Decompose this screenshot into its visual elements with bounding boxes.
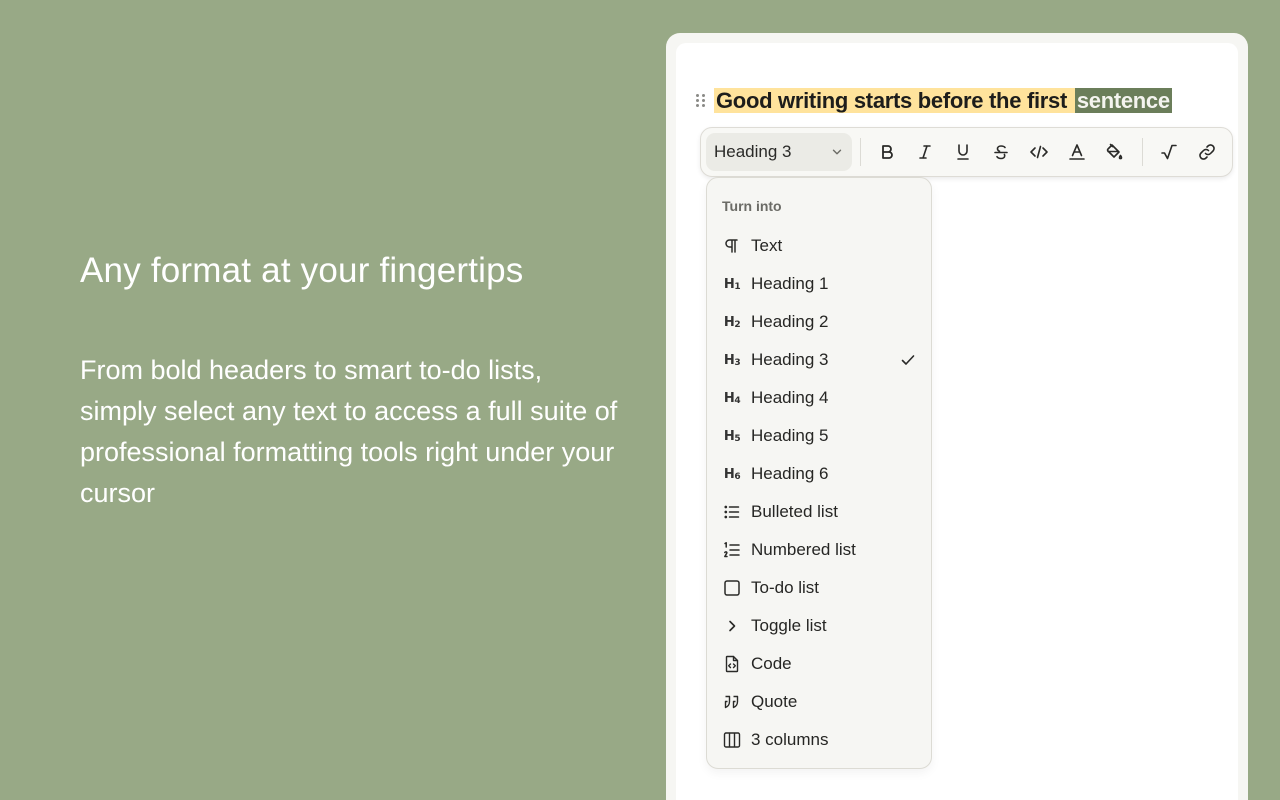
- menu-item-to-do-list[interactable]: To-do list: [707, 569, 931, 607]
- marketing-panel: Any format at your fingertips From bold …: [80, 250, 620, 514]
- menu-item-label: Heading 3: [751, 350, 829, 369]
- menu-item-label: Code: [751, 654, 792, 673]
- heading-selected-text[interactable]: sentence: [1074, 88, 1172, 113]
- menu-item-label: Text: [751, 236, 783, 255]
- drag-handle-icon[interactable]: [694, 93, 708, 109]
- menu-title: Turn into: [722, 198, 782, 214]
- code-icon: [1029, 145, 1048, 159]
- text-color-button[interactable]: [1059, 134, 1095, 170]
- menu-item-label: 3 columns: [751, 730, 829, 749]
- paragraph-icon: [722, 236, 742, 256]
- menu-item-heading-6[interactable]: H6 Heading 6: [707, 455, 931, 493]
- headline: Any format at your fingertips: [80, 251, 524, 290]
- text-color-icon: [1068, 144, 1085, 160]
- menu-item-code[interactable]: Code: [707, 645, 931, 683]
- heading-block: Good writing starts before the first sen…: [694, 87, 1172, 115]
- highlight-icon: [1107, 143, 1123, 160]
- editor-page: Good writing starts before the first sen…: [676, 43, 1238, 800]
- columns-icon: [722, 730, 742, 750]
- editor-window: Good writing starts before the first sen…: [666, 33, 1248, 800]
- menu-item-text[interactable]: Text: [707, 227, 931, 265]
- turn-into-menu: Turn into Text H1 Heading 1 H2 Heading 2…: [706, 177, 932, 769]
- h6-icon: H6: [723, 466, 741, 482]
- underline-icon: [957, 144, 969, 160]
- menu-item-heading-3[interactable]: H3 Heading 3: [707, 341, 931, 379]
- strikethrough-button[interactable]: [983, 134, 1019, 170]
- menu-item-label: Heading 1: [751, 274, 829, 293]
- code-button[interactable]: [1021, 134, 1057, 170]
- toolbar-divider: [860, 138, 862, 166]
- h3-icon: H3: [723, 352, 741, 368]
- description: From bold headers to smart to-do lists, …: [80, 355, 618, 508]
- menu-item-3-columns[interactable]: 3 columns: [707, 721, 931, 759]
- menu-item-label: Heading 6: [751, 464, 829, 483]
- menu-list: Text H1 Heading 1 H2 Heading 2 H3 Headin…: [707, 227, 931, 759]
- h2-icon: H2: [723, 314, 741, 330]
- checkmark-icon: [901, 355, 915, 365]
- menu-item-numbered-list[interactable]: Numbered list: [707, 531, 931, 569]
- menu-item-bulleted-list[interactable]: Bulleted list: [707, 493, 931, 531]
- math-button[interactable]: [1151, 134, 1187, 170]
- menu-item-heading-2[interactable]: H2 Heading 2: [707, 303, 931, 341]
- bold-button[interactable]: [869, 134, 905, 170]
- menu-item-label: Toggle list: [751, 616, 827, 635]
- numbered-list-icon: [722, 540, 742, 560]
- strikethrough-icon: [994, 145, 1008, 160]
- h5-icon: H5: [723, 428, 741, 444]
- h1-icon: H1: [723, 276, 741, 292]
- link-button[interactable]: [1189, 134, 1225, 170]
- menu-item-label: Heading 4: [751, 388, 829, 407]
- block-type-select[interactable]: Heading 3: [706, 133, 853, 171]
- bold-icon: [882, 145, 894, 159]
- menu-item-toggle-list[interactable]: Toggle list: [707, 607, 931, 645]
- menu-item-label: Quote: [751, 692, 798, 711]
- code-file-icon: [722, 654, 742, 674]
- toolbar-divider: [1142, 138, 1144, 166]
- link-icon: [1199, 144, 1215, 160]
- menu-item-heading-4[interactable]: H4 Heading 4: [707, 379, 931, 417]
- block-type-label: Heading 3: [714, 142, 792, 161]
- math-icon: [1161, 144, 1178, 160]
- menu-item-quote[interactable]: Quote: [707, 683, 931, 721]
- chevron-down-icon: [833, 149, 842, 155]
- menu-item-label: Numbered list: [751, 540, 856, 559]
- menu-item-label: To-do list: [751, 578, 820, 597]
- chevron-right-icon: [722, 616, 742, 636]
- highlight-button[interactable]: [1096, 134, 1132, 170]
- menu-item-heading-5[interactable]: H5 Heading 5: [707, 417, 931, 455]
- checkbox-icon: [722, 578, 742, 598]
- heading-highlighted-text[interactable]: Good writing starts before the first: [714, 88, 1075, 113]
- h4-icon: H4: [723, 390, 741, 406]
- underline-button[interactable]: [945, 134, 981, 170]
- heading-text[interactable]: Good writing starts before the first sen…: [714, 87, 1172, 115]
- formatting-toolbar: Heading 3: [700, 127, 1233, 177]
- italic-icon: [919, 145, 931, 159]
- bulleted-list-icon: [722, 502, 742, 522]
- menu-item-heading-1[interactable]: H1 Heading 1: [707, 265, 931, 303]
- menu-item-label: Heading 2: [751, 312, 829, 331]
- menu-item-label: Bulleted list: [751, 502, 838, 521]
- menu-item-label: Heading 5: [751, 426, 829, 445]
- italic-button[interactable]: [907, 134, 943, 170]
- quote-icon: [722, 692, 742, 712]
